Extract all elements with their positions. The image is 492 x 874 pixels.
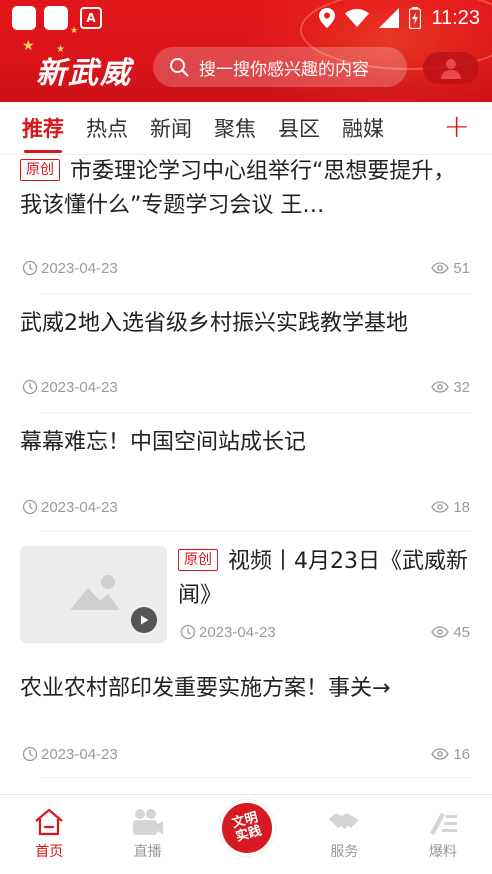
battery-icon [409, 7, 422, 29]
news-title-text: 市委理论学习中心组举行“思想要提升，我该懂什么”专题学习会议 王… [20, 159, 456, 218]
news-title: 农业农村部印发重要实施方案！事关→ [20, 676, 391, 701]
news-meta: 2023-04-23 16 [22, 744, 470, 764]
news-item[interactable]: 原创 视频丨4月23日《武威新闻》 2023-04-23 45 [0, 532, 492, 652]
tab-media[interactable]: 融媒 [342, 113, 384, 143]
view-count: 16 [453, 745, 470, 763]
search-bar[interactable]: 搜一搜你感兴趣的内容 [153, 47, 407, 87]
news-item[interactable]: 原创 市委理论学习中心组举行“思想要提升，我该懂什么”专题学习会议 王… 2023… [0, 155, 492, 293]
nav-home[interactable]: 首页 [0, 795, 98, 874]
news-date: 2023-04-23 [199, 623, 276, 641]
news-meta: 2023-04-23 32 [22, 377, 470, 397]
video-camera-icon [132, 809, 163, 835]
clock-icon [22, 499, 38, 515]
category-tabs: 推荐 热点 新闻 聚焦 县区 融媒 + [0, 102, 492, 154]
center-button-label: 文明 实践 [230, 810, 264, 845]
clock-icon [22, 746, 38, 762]
original-badge: 原创 [178, 549, 218, 571]
notification-icon [44, 6, 68, 30]
divider [40, 777, 472, 778]
nav-live-label: 直播 [133, 844, 162, 860]
eye-icon [431, 626, 450, 638]
news-title: 幕幕难忘！中国空间站成长记 [20, 430, 307, 455]
view-count: 51 [453, 259, 470, 277]
eye-icon [431, 748, 450, 760]
notification-icon [12, 6, 36, 30]
tab-county[interactable]: 县区 [278, 113, 320, 143]
news-title: 原创 视频丨4月23日《武威新闻》 [178, 545, 468, 613]
view-count: 18 [453, 498, 470, 516]
nav-service-label: 服务 [330, 844, 359, 860]
star-decoration-icon: ★ [22, 38, 35, 54]
tab-recommend[interactable]: 推荐 [22, 113, 64, 153]
clock-icon [22, 260, 38, 276]
clock-icon [180, 624, 196, 640]
app-notification-icon: A [80, 7, 102, 29]
nav-service[interactable]: 服务 [295, 795, 393, 874]
original-badge: 原创 [20, 159, 60, 181]
wifi-icon [345, 9, 370, 27]
nav-home-label: 首页 [35, 844, 64, 860]
handshake-icon [329, 813, 360, 829]
user-avatar-button[interactable] [423, 52, 479, 84]
add-tab-button[interactable]: + [443, 110, 470, 142]
news-title: 原创 市委理论学习中心组举行“思想要提升，我该懂什么”专题学习会议 王… [20, 155, 464, 223]
home-icon [35, 808, 63, 836]
search-icon [170, 58, 189, 77]
civilization-practice-button[interactable]: 文明 实践 [219, 800, 275, 856]
nav-report[interactable]: 爆料 [394, 795, 492, 874]
news-feed[interactable]: 原创 市委理论学习中心组举行“思想要提升，我该懂什么”专题学习会议 王… 2023… [0, 155, 492, 795]
eye-icon [431, 262, 450, 274]
eye-icon [431, 501, 450, 513]
news-meta: 2023-04-23 51 [22, 258, 470, 278]
eye-icon [431, 381, 450, 393]
search-placeholder: 搜一搜你感兴趣的内容 [199, 59, 369, 80]
news-date: 2023-04-23 [41, 498, 118, 516]
news-date: 2023-04-23 [41, 378, 118, 396]
status-bar: A 11:23 [0, 0, 492, 36]
user-icon [441, 59, 461, 79]
news-title-text: 视频丨4月23日《武威新闻》 [178, 549, 468, 608]
edit-icon [429, 813, 457, 835]
tab-news[interactable]: 新闻 [150, 113, 192, 143]
news-date: 2023-04-23 [41, 259, 118, 277]
app-logo: 新武威 [36, 56, 132, 91]
nav-report-label: 爆料 [428, 844, 457, 860]
news-item[interactable]: 农业农村部印发重要实施方案！事关→ 2023-04-23 16 [0, 660, 492, 778]
news-meta: 2023-04-23 45 [180, 622, 470, 642]
tab-focus[interactable]: 聚焦 [214, 113, 256, 143]
news-item[interactable]: 幕幕难忘！中国空间站成长记 2023-04-23 18 [0, 413, 492, 531]
news-meta: 2023-04-23 18 [22, 497, 470, 517]
clock-icon [22, 379, 38, 395]
clock: 11:23 [431, 6, 480, 29]
location-icon [319, 8, 336, 28]
app-header: ★ ★ ★ A 11:23 新武威 搜一搜你感兴趣的内容 [0, 0, 492, 102]
news-date: 2023-04-23 [41, 745, 118, 763]
view-count: 32 [453, 378, 470, 396]
tab-hot[interactable]: 热点 [86, 113, 128, 143]
nav-live[interactable]: 直播 [98, 795, 196, 874]
news-title: 武威2地入选省级乡村振兴实践教学基地 [20, 311, 408, 336]
news-item[interactable]: 武威2地入选省级乡村振兴实践教学基地 2023-04-23 32 [0, 294, 492, 412]
signal-icon [379, 8, 400, 28]
view-count: 45 [453, 623, 470, 641]
